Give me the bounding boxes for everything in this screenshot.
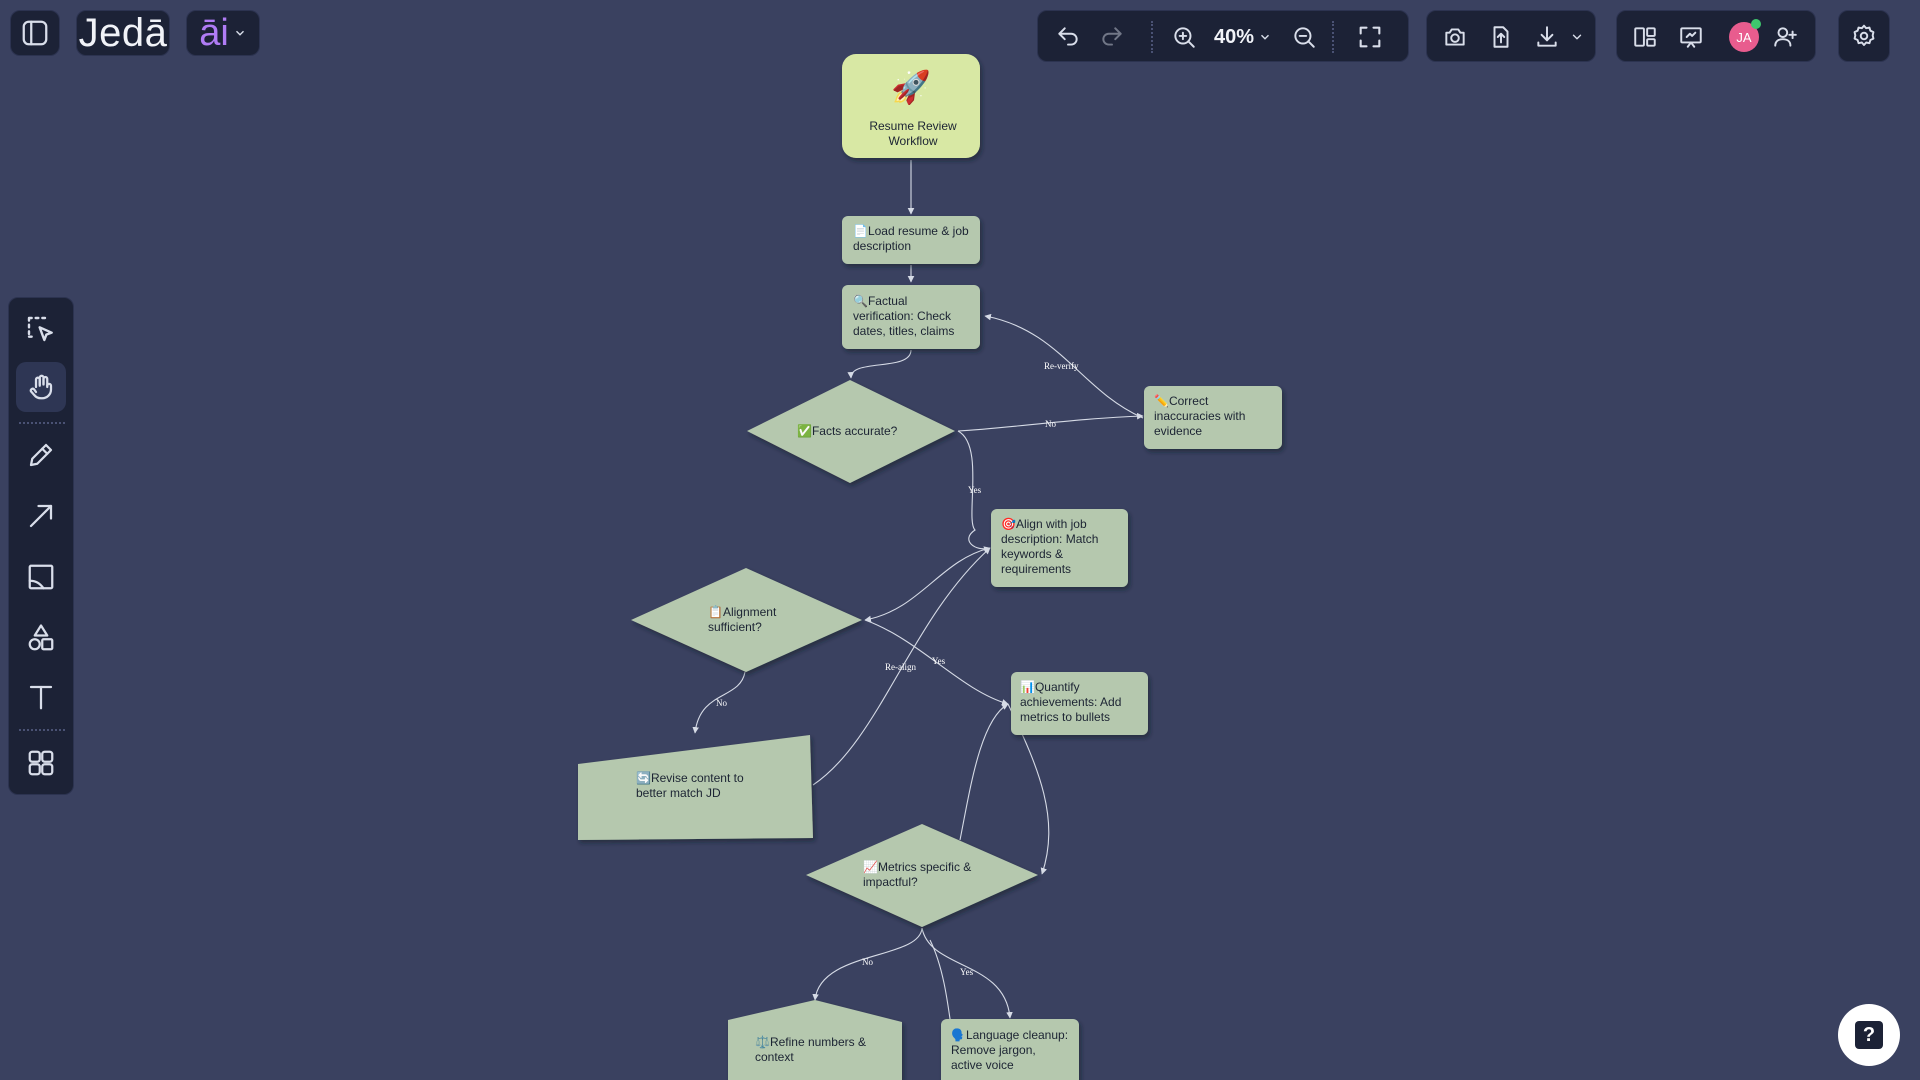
text-tool-icon[interactable] <box>16 672 66 722</box>
rocket-icon: 🚀 <box>891 69 931 105</box>
undo-icon[interactable] <box>1050 19 1086 55</box>
view-toolbar: 40% <box>1037 10 1409 62</box>
node-refine-label: ⚖️Refine numbers & <box>755 1035 866 1049</box>
node-quantify-label: metrics to bullets <box>1020 710 1110 724</box>
node-load-label: 📄Load resume & job <box>853 224 969 238</box>
edge-factual-factsq <box>847 349 912 379</box>
node-factual-label: 🔍Factual <box>853 293 907 308</box>
app-logo[interactable]: Jedā <box>79 11 168 56</box>
toolbar-divider <box>1332 21 1334 53</box>
edge-label-realign: Re-align <box>885 662 916 672</box>
edge-label-yes: Yes <box>968 485 982 495</box>
node-correct-label: inaccuracies with <box>1154 409 1245 423</box>
node-facts-question-label: ✅Facts accurate? <box>797 424 898 438</box>
edge-label-no: No <box>1045 419 1056 429</box>
node-refine-label: context <box>755 1050 794 1064</box>
flowchart-canvas[interactable]: Re-verify No Yes Re-align Yes No No Yes … <box>0 0 1920 1080</box>
logo-panel: Jedā <box>76 10 170 56</box>
gear-icon[interactable] <box>1846 18 1882 54</box>
node-metrics-question[interactable] <box>806 824 1038 927</box>
toolbar-divider <box>1151 21 1153 53</box>
edge-label-reverify: Re-verify <box>1044 361 1079 371</box>
camera-icon[interactable] <box>1437 19 1473 55</box>
upload-icon[interactable] <box>1483 19 1519 55</box>
help-icon: ? <box>1855 1021 1883 1049</box>
ai-label: āi <box>199 11 229 54</box>
collab-toolbar: JA <box>1616 10 1816 62</box>
node-revise-label: 🔄Revise content to <box>636 771 744 785</box>
image-tool-icon[interactable] <box>16 552 66 602</box>
node-align-label: requirements <box>1001 562 1071 576</box>
tool-divider <box>19 422 65 424</box>
zoom-level-dropdown[interactable]: 40% <box>1214 23 1276 51</box>
hand-tool-icon[interactable] <box>16 362 66 412</box>
edge-metricsq-quantify <box>959 703 1009 841</box>
fullscreen-icon[interactable] <box>1352 19 1388 55</box>
edge-align-alignq <box>864 547 991 623</box>
node-alignment-question-label: 📋Alignment <box>708 605 777 619</box>
edge-label-yes: Yes <box>960 967 974 977</box>
edge-label-yes: Yes <box>932 656 946 666</box>
settings-panel <box>1838 10 1890 62</box>
zoom-out-icon[interactable] <box>1286 19 1322 55</box>
online-status-indicator <box>1751 19 1761 29</box>
pencil-tool-icon[interactable] <box>16 430 66 480</box>
node-align-label: description: Match <box>1001 532 1098 546</box>
edge-label-no: No <box>716 698 727 708</box>
node-metrics-question-label: 📈Metrics specific & <box>863 860 971 874</box>
tool-sidebar <box>8 297 74 795</box>
components-tool-icon[interactable] <box>16 738 66 788</box>
chevron-down-icon[interactable] <box>1565 25 1589 49</box>
zoom-in-icon[interactable] <box>1166 19 1202 55</box>
node-correct-label: evidence <box>1154 424 1202 438</box>
download-icon[interactable] <box>1529 19 1565 55</box>
redo-icon[interactable] <box>1094 19 1130 55</box>
node-load-label: description <box>853 239 911 253</box>
node-factual-label: verification: Check <box>853 309 952 323</box>
node-revise-label: better match JD <box>636 786 721 800</box>
sidebar-toggle-icon[interactable] <box>11 11 59 55</box>
add-user-icon[interactable] <box>1767 19 1803 55</box>
node-align-label: keywords & <box>1001 547 1063 561</box>
zoom-level: 40% <box>1214 25 1255 48</box>
node-correct-label: ✏️Correct <box>1154 393 1209 408</box>
sidebar-toggle-panel <box>10 10 60 56</box>
shapes-tool-icon[interactable] <box>16 613 66 663</box>
node-language-label: active voice <box>951 1058 1014 1072</box>
tool-divider <box>19 729 65 731</box>
node-start-label: Workflow <box>888 134 937 148</box>
layout-icon[interactable] <box>1627 19 1663 55</box>
export-toolbar <box>1426 10 1596 62</box>
node-start-label: Resume Review <box>869 119 957 133</box>
arrow-tool-icon[interactable] <box>16 491 66 541</box>
ai-menu-button[interactable]: āi <box>186 10 260 56</box>
chevron-down-icon <box>1261 34 1270 40</box>
node-factual-label: dates, titles, claims <box>853 324 954 338</box>
node-language-label: 🗣️Language cleanup: <box>951 1028 1068 1042</box>
node-quantify-label: 📊Quantify <box>1020 680 1080 694</box>
edge-label-no: No <box>862 957 873 967</box>
node-language-label: Remove jargon, <box>951 1043 1036 1057</box>
present-icon[interactable] <box>1673 19 1709 55</box>
node-metrics-question-label: impactful? <box>863 875 918 889</box>
node-alignment-question-label: sufficient? <box>708 620 762 634</box>
chevron-down-icon <box>235 30 244 36</box>
select-tool-icon[interactable] <box>16 305 66 355</box>
node-align-label: 🎯Align with job <box>1001 517 1087 531</box>
node-quantify-label: achievements: Add <box>1020 695 1121 709</box>
help-button[interactable]: ? <box>1838 1004 1900 1066</box>
